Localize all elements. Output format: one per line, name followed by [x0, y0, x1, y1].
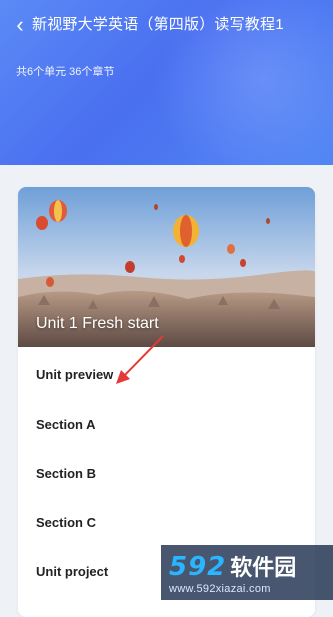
unit-banner-image: Unit 1 Fresh start	[18, 187, 315, 347]
watermark-name: 软件园	[230, 555, 297, 580]
section-item-section-c[interactable]: Section C	[18, 498, 315, 547]
site-watermark: 592 软件园 www.592xiazai.com	[161, 545, 333, 600]
course-meta: 共6个单元 36个章节	[16, 66, 115, 78]
section-item-section-b[interactable]: Section B	[18, 449, 315, 498]
chevron-left-icon[interactable]: ‹	[11, 14, 29, 36]
section-item-section-a[interactable]: Section A	[18, 400, 315, 449]
unit-title: Unit 1 Fresh start	[36, 315, 159, 332]
page-header: ‹ 新视野大学英语（第四版）读写教程1 共6个单元 36个章节	[0, 0, 333, 165]
watermark-url: www.592xiazai.com	[169, 583, 271, 595]
section-item-unit-preview[interactable]: Unit preview	[18, 347, 315, 400]
watermark-number: 592	[169, 552, 227, 582]
page-title: 新视野大学英语（第四版）读写教程1	[32, 16, 284, 33]
